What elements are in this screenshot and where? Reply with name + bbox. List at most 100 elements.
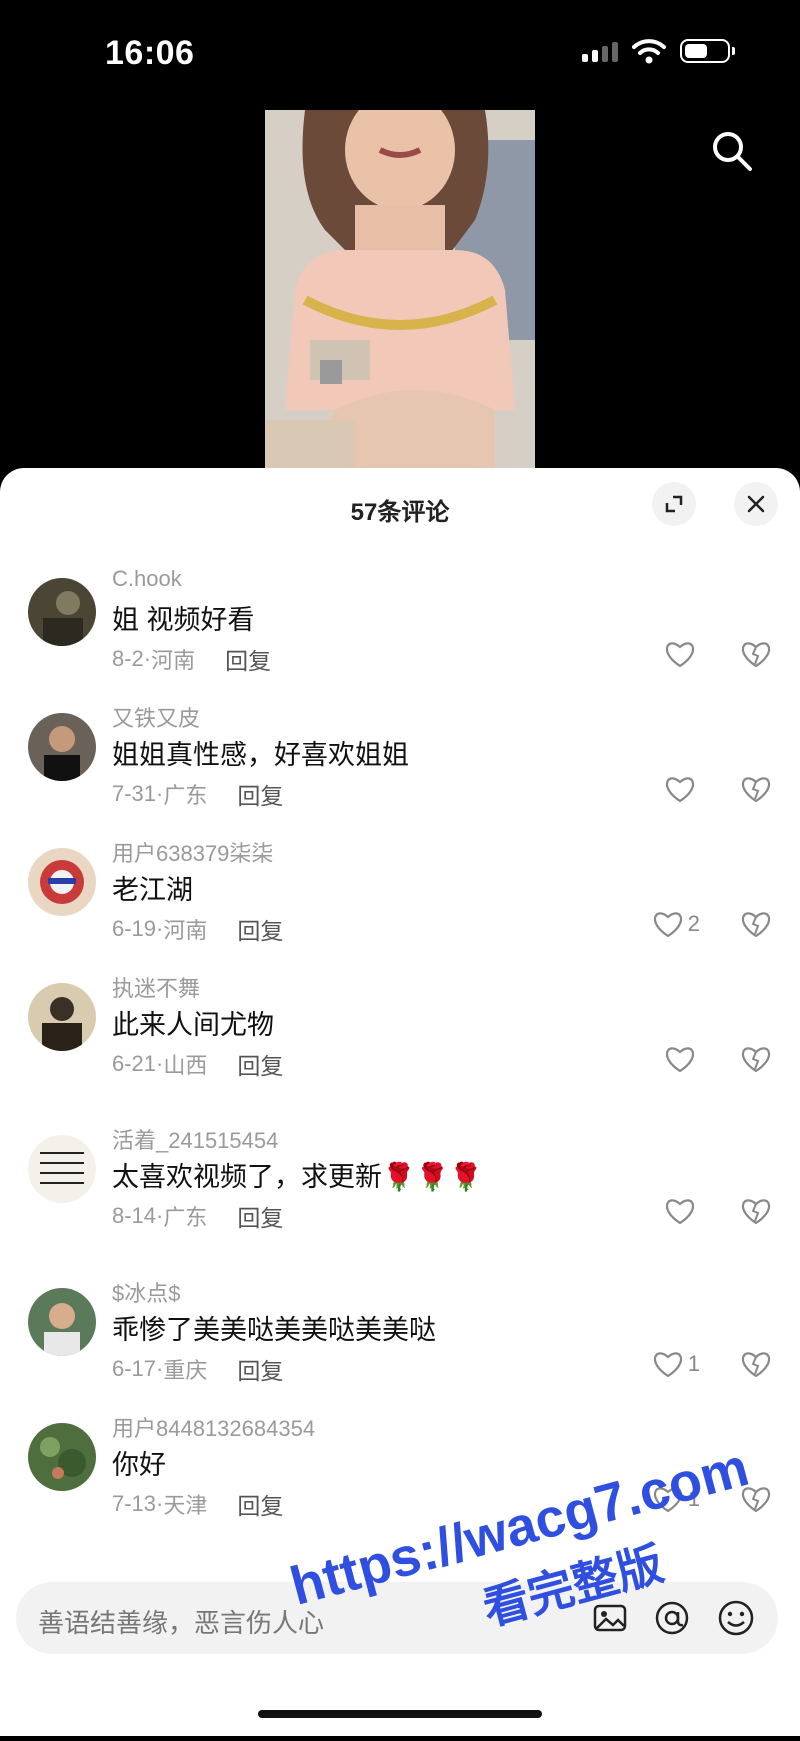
broken-heart-icon[interactable] xyxy=(740,1197,772,1225)
comment-separator: · xyxy=(156,1051,164,1076)
comment-region: 广东 xyxy=(163,783,208,808)
reply-button[interactable]: 回复 xyxy=(237,1487,283,1521)
reply-button[interactable]: 回复 xyxy=(237,1199,283,1233)
comment-username[interactable]: 执迷不舞 xyxy=(112,971,200,1003)
broken-heart-icon[interactable] xyxy=(740,1485,772,1513)
close-button[interactable] xyxy=(734,482,778,526)
comment-item: C.hook 姐 视频好看 8-2 · 河南 回复 xyxy=(0,554,800,704)
reply-button[interactable]: 回复 xyxy=(237,1352,283,1386)
image-icon[interactable] xyxy=(590,1598,630,1638)
home-indicator xyxy=(258,1710,542,1718)
like-button[interactable] xyxy=(664,1197,700,1225)
cellular-signal-icon xyxy=(582,40,618,62)
comment-meta: 7-13 · 天津 回复 xyxy=(112,1487,283,1521)
comment-date: 8-14 xyxy=(112,1203,157,1228)
comment-region: 山西 xyxy=(163,1053,208,1078)
like-button[interactable] xyxy=(664,1045,700,1073)
comment-date: 6-17 xyxy=(112,1356,157,1381)
comment-meta: 6-21 · 山西 回复 xyxy=(112,1047,283,1081)
comment-username[interactable]: 用户638379柒柒 xyxy=(112,836,273,868)
expand-button[interactable] xyxy=(652,482,696,526)
comment-date: 6-21 xyxy=(112,1051,157,1076)
wifi-icon xyxy=(632,39,666,64)
comment-date: 6-19 xyxy=(112,916,157,941)
comment-region: 河南 xyxy=(163,918,208,943)
comments-header: 57条评论 xyxy=(0,468,800,544)
heart-icon xyxy=(653,1487,682,1513)
like-count: 1 xyxy=(687,1351,700,1376)
comment-item: 又铁又皮 姐姐真性感，好喜欢姐姐 7-31 · 广东 回复 xyxy=(0,689,800,839)
avatar[interactable] xyxy=(28,1135,96,1203)
comment-text: 姐 视频好看 xyxy=(112,605,255,635)
comment-separator: · xyxy=(156,781,164,806)
avatar[interactable] xyxy=(28,713,96,781)
comment-date: 7-31 xyxy=(112,781,157,806)
comment-date: 8-2 xyxy=(112,646,144,671)
heart-icon xyxy=(666,1199,694,1225)
comment-text: 姐姐真性感，好喜欢姐姐 xyxy=(112,740,409,770)
avatar[interactable] xyxy=(28,1423,96,1491)
comment-username[interactable]: 用户8448132684354 xyxy=(112,1411,315,1443)
emoji-icon[interactable] xyxy=(716,1598,756,1638)
video-thumbnail[interactable] xyxy=(265,110,535,470)
avatar[interactable] xyxy=(28,1288,96,1356)
comment-item: 用户638379柒柒 老江湖 6-19 · 河南 回复 2 xyxy=(0,824,800,974)
search-icon[interactable] xyxy=(709,128,755,174)
broken-heart-icon[interactable] xyxy=(740,1045,772,1073)
comment-region: 天津 xyxy=(163,1493,208,1518)
avatar[interactable] xyxy=(28,983,96,1051)
mention-icon[interactable] xyxy=(652,1598,692,1638)
like-button[interactable]: 1 xyxy=(652,1350,700,1378)
broken-heart-icon[interactable] xyxy=(740,910,772,938)
broken-heart-icon[interactable] xyxy=(740,1350,772,1378)
comment-separator: · xyxy=(156,916,164,941)
close-icon xyxy=(747,495,765,513)
comment-text: 老江湖 xyxy=(112,875,193,905)
comment-username[interactable]: C.hook xyxy=(112,566,182,592)
broken-heart-icon[interactable] xyxy=(740,640,772,668)
comment-item: 活着_241515454 太喜欢视频了，求更新🌹🌹🌹 8-14 · 广东 回复 xyxy=(0,1111,800,1261)
heart-icon xyxy=(653,1352,682,1378)
comment-item: 执迷不舞 此来人间尤物 6-21 · 山西 回复 xyxy=(0,959,800,1109)
comment-username[interactable]: $冰点$ xyxy=(112,1276,180,1308)
heart-icon xyxy=(666,642,694,668)
video-frame-image xyxy=(265,110,535,470)
avatar[interactable] xyxy=(28,848,96,916)
avatar[interactable] xyxy=(28,578,96,646)
comment-region: 广东 xyxy=(163,1205,208,1230)
comment-item: 用户8448132684354 你好 7-13 · 天津 回复 1 xyxy=(0,1399,800,1549)
reply-button[interactable]: 回复 xyxy=(225,642,271,676)
battery-icon xyxy=(680,39,735,63)
comment-region: 河南 xyxy=(151,648,196,673)
comment-text: 你好 xyxy=(112,1450,166,1480)
heart-icon xyxy=(666,1047,694,1073)
comment-separator: · xyxy=(156,1491,164,1516)
comment-input-placeholder[interactable]: 善语结善缘，恶言伤人心 xyxy=(38,1603,324,1640)
reply-button[interactable]: 回复 xyxy=(237,912,283,946)
reply-button[interactable]: 回复 xyxy=(237,777,283,811)
expand-icon xyxy=(665,495,683,513)
comments-sheet: 57条评论 C.hook 姐 视频好看 8-2 · 河南 回复 又铁又皮 姐姐真… xyxy=(0,468,800,1736)
comment-separator: · xyxy=(156,1203,164,1228)
heart-icon xyxy=(666,777,694,803)
comment-text: 太喜欢视频了，求更新🌹🌹🌹 xyxy=(112,1162,483,1192)
like-button[interactable] xyxy=(664,640,700,668)
reply-button[interactable]: 回复 xyxy=(237,1047,283,1081)
like-button[interactable]: 2 xyxy=(652,910,700,938)
comment-text: 乖惨了美美哒美美哒美美哒 xyxy=(112,1315,436,1345)
heart-icon xyxy=(653,912,682,938)
broken-heart-icon[interactable] xyxy=(740,775,772,803)
status-bar: 16:06 xyxy=(0,0,800,100)
status-time: 16:06 xyxy=(105,34,195,72)
comment-username[interactable]: 活着_241515454 xyxy=(112,1123,278,1155)
like-count: 1 xyxy=(687,1486,700,1511)
comment-meta: 7-31 · 广东 回复 xyxy=(112,777,283,811)
like-button[interactable]: 1 xyxy=(652,1485,700,1513)
comment-meta: 8-14 · 广东 回复 xyxy=(112,1199,283,1233)
comment-region: 重庆 xyxy=(163,1358,208,1383)
like-button[interactable] xyxy=(664,775,700,803)
comment-input-bar[interactable]: 善语结善缘，恶言伤人心 xyxy=(16,1582,778,1654)
comment-date: 7-13 xyxy=(112,1491,157,1516)
comment-username[interactable]: 又铁又皮 xyxy=(112,701,200,733)
like-count: 2 xyxy=(687,911,700,936)
